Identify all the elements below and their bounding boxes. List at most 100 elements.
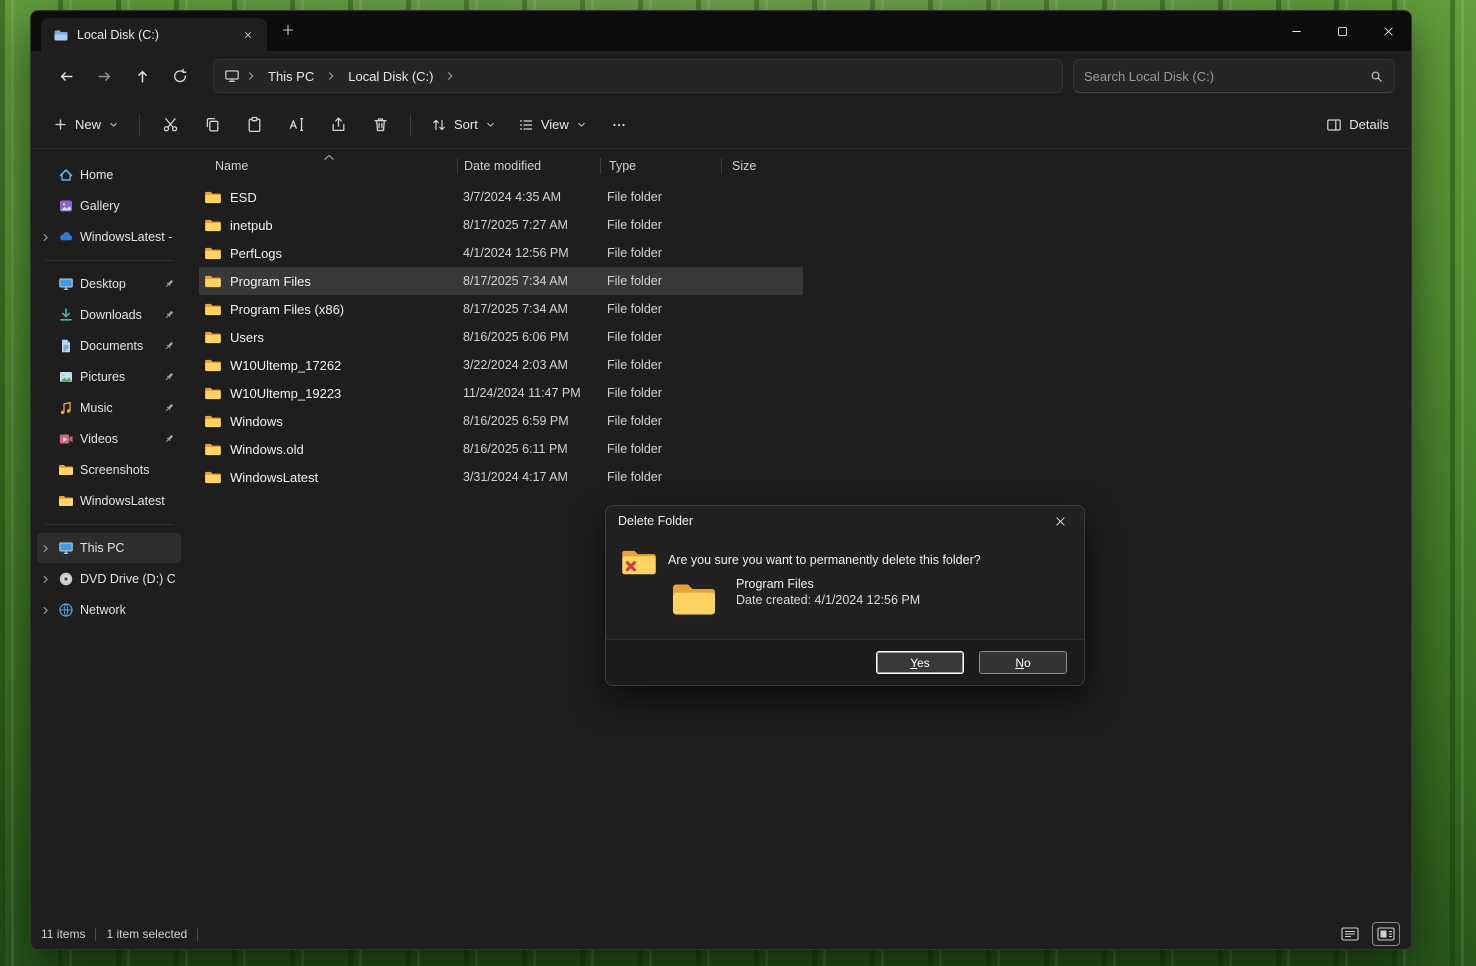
large-icons-view-toggle[interactable] bbox=[1373, 923, 1399, 945]
sidebar-item-music[interactable]: Music bbox=[37, 393, 181, 423]
cut-button[interactable] bbox=[150, 108, 190, 142]
no-button[interactable]: No bbox=[979, 651, 1067, 674]
pin-icon bbox=[163, 402, 175, 414]
file-date-modified: 8/16/2025 6:06 PM bbox=[457, 330, 599, 344]
file-row[interactable]: PerfLogs4/1/2024 12:56 PMFile folder bbox=[199, 239, 803, 267]
tab-close-icon[interactable] bbox=[235, 23, 261, 47]
sidebar-item-windowslatest-pe[interactable]: WindowsLatest - Pe bbox=[37, 222, 181, 252]
sidebar-item-videos[interactable]: Videos bbox=[37, 424, 181, 454]
breadcrumb-local-disk[interactable]: Local Disk (C:) bbox=[342, 67, 439, 86]
file-row[interactable]: Program Files (x86)8/17/2025 7:34 AMFile… bbox=[199, 295, 803, 323]
file-date-modified: 8/16/2025 6:59 PM bbox=[457, 414, 599, 428]
sidebar-item-home[interactable]: Home bbox=[37, 160, 181, 190]
pin-icon bbox=[163, 340, 175, 352]
file-row[interactable]: Windows.old8/16/2025 6:11 PMFile folder bbox=[199, 435, 803, 463]
search-input[interactable] bbox=[1084, 69, 1369, 84]
file-row[interactable]: Program Files8/17/2025 7:34 AMFile folde… bbox=[199, 267, 803, 295]
file-type: File folder bbox=[599, 414, 719, 428]
file-list: ESD3/7/2024 4:35 AMFile folderinetpub8/1… bbox=[199, 183, 803, 491]
file-type: File folder bbox=[599, 442, 719, 456]
search-box[interactable] bbox=[1073, 59, 1395, 93]
file-name-cell: Program Files bbox=[199, 274, 457, 289]
pin-icon bbox=[163, 278, 175, 290]
sidebar-item-windowslatest[interactable]: WindowsLatest bbox=[37, 486, 181, 516]
column-header-date-modified[interactable]: Date modified bbox=[458, 153, 600, 179]
file-name: W10Ultemp_19223 bbox=[230, 386, 341, 401]
folder-icon bbox=[204, 442, 222, 457]
close-button[interactable] bbox=[1365, 11, 1411, 51]
column-header-type[interactable]: Type bbox=[601, 153, 721, 179]
onedrive-icon bbox=[58, 229, 74, 245]
file-row[interactable]: inetpub8/17/2025 7:27 AMFile folder bbox=[199, 211, 803, 239]
sidebar-item-screenshots[interactable]: Screenshots bbox=[37, 455, 181, 485]
share-button[interactable] bbox=[318, 108, 358, 142]
up-button[interactable] bbox=[123, 59, 161, 93]
column-header-size[interactable]: Size bbox=[722, 153, 804, 179]
breadcrumb-this-pc[interactable]: This PC bbox=[262, 67, 320, 86]
address-bar[interactable]: This PC Local Disk (C:) bbox=[213, 59, 1063, 93]
back-button[interactable] bbox=[47, 59, 85, 93]
new-button[interactable]: New bbox=[43, 108, 129, 142]
pin-icon bbox=[163, 371, 175, 383]
details-button[interactable]: Details bbox=[1316, 108, 1399, 142]
chevron-right-icon[interactable] bbox=[39, 542, 52, 555]
explorer-tab[interactable]: Local Disk (C:) bbox=[41, 18, 267, 51]
file-row[interactable]: Windows8/16/2025 6:59 PMFile folder bbox=[199, 407, 803, 435]
refresh-button[interactable] bbox=[161, 59, 199, 93]
pictures-icon bbox=[58, 369, 74, 385]
file-row[interactable]: Users8/16/2025 6:06 PMFile folder bbox=[199, 323, 803, 351]
status-bar: 11 items 1 item selected bbox=[31, 919, 1411, 949]
details-pane-icon bbox=[1326, 117, 1342, 133]
command-toolbar: New bbox=[31, 101, 1411, 149]
paste-button[interactable] bbox=[234, 108, 274, 142]
sidebar-item-desktop[interactable]: Desktop bbox=[37, 269, 181, 299]
maximize-button[interactable] bbox=[1319, 11, 1365, 51]
dialog-close-button[interactable] bbox=[1040, 508, 1080, 534]
view-button[interactable]: View bbox=[508, 108, 597, 142]
desktop-icon bbox=[58, 276, 74, 292]
sidebar-item-label: Network bbox=[80, 603, 175, 617]
file-date-modified: 11/24/2024 11:47 PM bbox=[457, 386, 599, 400]
file-row[interactable]: W10Ultemp_1922311/24/2024 11:47 PMFile f… bbox=[199, 379, 803, 407]
search-icon[interactable] bbox=[1369, 69, 1384, 84]
chevron-right-icon[interactable] bbox=[39, 573, 52, 586]
chevron-down-icon bbox=[108, 119, 119, 130]
toolbar-divider bbox=[410, 114, 411, 136]
file-name: Program Files (x86) bbox=[230, 302, 344, 317]
forward-button[interactable] bbox=[85, 59, 123, 93]
folder-icon bbox=[204, 302, 222, 317]
rename-button[interactable] bbox=[276, 108, 316, 142]
yes-button[interactable]: Yes bbox=[876, 651, 964, 674]
yes-button-label: Yes bbox=[910, 656, 930, 670]
sidebar-item-downloads[interactable]: Downloads bbox=[37, 300, 181, 330]
chevron-right-icon[interactable] bbox=[39, 604, 52, 617]
chevron-right-icon[interactable] bbox=[39, 231, 52, 244]
sidebar-item-gallery[interactable]: Gallery bbox=[37, 191, 181, 221]
copy-button[interactable] bbox=[192, 108, 232, 142]
file-row[interactable]: W10Ultemp_172623/22/2024 2:03 AMFile fol… bbox=[199, 351, 803, 379]
plus-icon bbox=[53, 117, 68, 132]
file-row[interactable]: WindowsLatest3/31/2024 4:17 AMFile folde… bbox=[199, 463, 803, 491]
new-tab-button[interactable] bbox=[275, 18, 301, 42]
more-options-button[interactable] bbox=[599, 108, 639, 142]
documents-icon bbox=[58, 338, 74, 354]
file-date-modified: 8/16/2025 6:11 PM bbox=[457, 442, 599, 456]
sidebar-item-pictures[interactable]: Pictures bbox=[37, 362, 181, 392]
delete-button[interactable] bbox=[360, 108, 400, 142]
dialog-titlebar[interactable]: Delete Folder bbox=[606, 506, 1084, 536]
sidebar-item-network[interactable]: Network bbox=[37, 595, 181, 625]
music-icon bbox=[58, 400, 74, 416]
home-icon bbox=[58, 167, 74, 183]
sort-button[interactable]: Sort bbox=[421, 108, 506, 142]
file-date-modified: 3/22/2024 2:03 AM bbox=[457, 358, 599, 372]
sidebar-item-this-pc[interactable]: This PC bbox=[37, 533, 181, 563]
file-row[interactable]: ESD3/7/2024 4:35 AMFile folder bbox=[199, 183, 803, 211]
sidebar-item-dvd-drive-d-ccc[interactable]: DVD Drive (D:) CCC bbox=[37, 564, 181, 594]
details-view-toggle[interactable] bbox=[1337, 923, 1363, 945]
sidebar-item-documents[interactable]: Documents bbox=[37, 331, 181, 361]
column-headers: Name Date modified Type Size bbox=[199, 153, 1411, 179]
folder-icon bbox=[58, 493, 74, 509]
file-name-cell: Users bbox=[199, 330, 457, 345]
videos-icon bbox=[58, 431, 74, 447]
minimize-button[interactable] bbox=[1273, 11, 1319, 51]
